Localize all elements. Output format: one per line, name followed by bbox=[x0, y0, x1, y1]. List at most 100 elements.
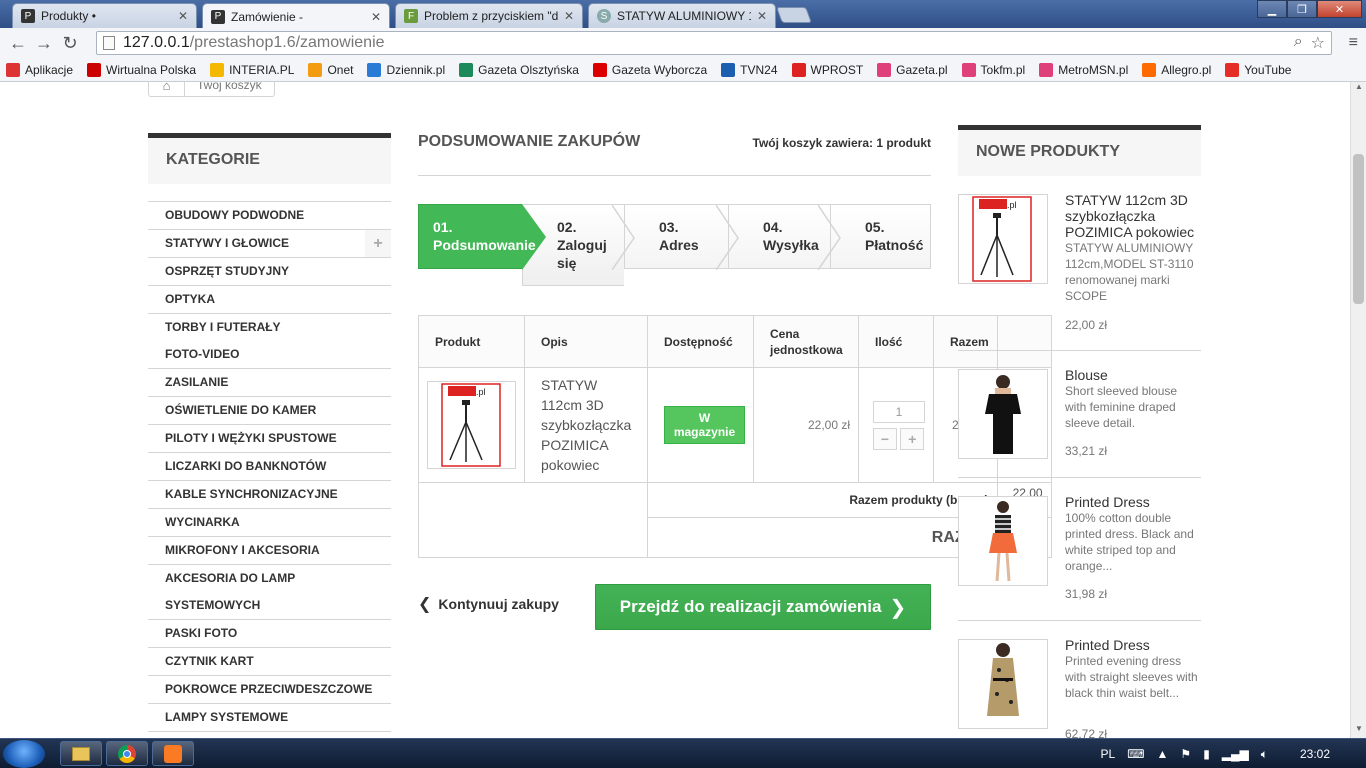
clock[interactable]: 23:02 bbox=[1300, 747, 1330, 761]
new-products-title: NOWE PRODUKTY bbox=[958, 125, 1201, 176]
start-button[interactable] bbox=[3, 740, 45, 768]
expand-plus-icon[interactable]: + bbox=[365, 230, 391, 257]
product-price: 22,00 zł bbox=[1065, 318, 1108, 332]
bookmark-item[interactable]: INTERIA.PL bbox=[210, 62, 294, 77]
browser-tab-order[interactable]: P Zamówienie - ✕ bbox=[202, 3, 390, 29]
continue-shopping-link[interactable]: ❮ Kontynuuj zakupy bbox=[418, 594, 559, 614]
category-item[interactable]: OPTYKA bbox=[148, 286, 391, 314]
product-name[interactable]: STATYW 112cm 3D szybkozłączka POZIMICA p… bbox=[1065, 192, 1201, 240]
close-tab-icon[interactable]: ✕ bbox=[371, 10, 381, 24]
bookmark-item[interactable]: YouTube bbox=[1225, 62, 1291, 77]
quantity-decrease-button[interactable]: − bbox=[873, 427, 897, 450]
bookmark-item[interactable]: Gazeta Olsztyńska bbox=[459, 62, 579, 77]
bookmark-item[interactable]: WPROST bbox=[791, 62, 863, 77]
step-address[interactable]: 03. Adres bbox=[624, 204, 739, 270]
chrome-icon[interactable] bbox=[106, 741, 148, 766]
bookmark-item[interactable]: Tokfm.pl bbox=[961, 62, 1025, 77]
bookmark-icon bbox=[1225, 62, 1240, 77]
bookmark-star-icon[interactable]: ☆ bbox=[1311, 33, 1325, 53]
category-item[interactable]: LICZARKI DO BANKNOTÓW bbox=[148, 453, 391, 481]
quantity-input[interactable]: 1 bbox=[873, 400, 925, 423]
keyboard-icon[interactable]: ⌨ bbox=[1127, 747, 1144, 761]
home-icon[interactable]: ⌂ bbox=[149, 82, 185, 96]
product-desc: Short sleeved blouse with feminine drape… bbox=[1065, 384, 1178, 430]
network-icon[interactable]: ▮ bbox=[1203, 747, 1210, 761]
product-thumbnail[interactable] bbox=[958, 639, 1048, 729]
prestashop-icon: P bbox=[21, 9, 35, 23]
bookmark-icon bbox=[877, 62, 892, 77]
bookmark-item[interactable]: MetroMSN.pl bbox=[1039, 62, 1128, 77]
scroll-up-icon[interactable]: ▲ bbox=[1351, 82, 1366, 96]
page-scrollbar[interactable]: ▲ ▼ bbox=[1350, 82, 1366, 738]
product-name[interactable]: Printed Dress bbox=[1065, 637, 1201, 653]
bookmark-item[interactable]: Gazeta Wyborcza bbox=[592, 62, 707, 77]
signal-icon[interactable]: ▂▄▆ bbox=[1222, 747, 1249, 761]
flag-icon[interactable]: ⚑ bbox=[1180, 747, 1191, 761]
chrome-menu-icon[interactable]: ≡ bbox=[1349, 34, 1358, 52]
browser-tab-shop[interactable]: S STATYW ALUMINIOWY 11 ✕ bbox=[588, 3, 776, 28]
minimize-icon[interactable]: ▁ bbox=[1257, 0, 1287, 18]
step-shipping[interactable]: 04. Wysyłka bbox=[728, 204, 841, 270]
scroll-down-icon[interactable]: ▼ bbox=[1351, 724, 1366, 738]
close-tab-icon[interactable]: ✕ bbox=[757, 9, 767, 23]
category-item[interactable]: PASKI FOTO bbox=[148, 620, 391, 648]
bookmark-item[interactable]: Aplikacje bbox=[6, 62, 73, 77]
forward-icon[interactable]: → bbox=[31, 33, 57, 54]
product-thumbnail[interactable]: .pl bbox=[958, 194, 1048, 284]
browser-tab-forum[interactable]: F Problem z przyciskiem "do ✕ bbox=[395, 3, 583, 28]
category-item[interactable]: STATYWY I GŁOWICE + bbox=[148, 230, 391, 258]
category-label: TORBY I FUTERAŁY FOTO-VIDEO bbox=[165, 320, 281, 361]
browser-tab-products[interactable]: P Produkty • ✕ bbox=[12, 3, 197, 28]
category-item[interactable]: CZYTNIK KART bbox=[148, 648, 391, 676]
maximize-icon[interactable]: ❐ bbox=[1287, 0, 1317, 18]
reload-icon[interactable]: ↻ bbox=[57, 33, 83, 54]
category-item[interactable]: MIKROFONY i AKCESORIA bbox=[148, 537, 391, 565]
bookmark-item[interactable]: Dziennik.pl bbox=[367, 62, 445, 77]
product-name[interactable]: Blouse bbox=[1065, 367, 1201, 383]
category-item[interactable]: WYCINARKA bbox=[148, 509, 391, 537]
url-path: /prestashop1.6/zamowienie bbox=[189, 34, 385, 51]
quantity-increase-button[interactable]: + bbox=[900, 427, 925, 450]
category-item[interactable]: OBUDOWY PODWODNE bbox=[148, 201, 391, 230]
col-unit-price-label: Cena jednostkowa bbox=[770, 326, 843, 357]
scrollbar-thumb[interactable] bbox=[1353, 154, 1364, 304]
category-item[interactable]: KABLE SYNCHRONIZACYJNE bbox=[148, 481, 391, 509]
category-item[interactable]: LAMPY SYSTEMOWE bbox=[148, 704, 391, 732]
category-item[interactable]: PILOTY I WĘŻYKI SPUSTOWE bbox=[148, 425, 391, 453]
bookmark-item[interactable]: TVN24 bbox=[721, 62, 778, 77]
new-tab-button[interactable] bbox=[776, 7, 812, 23]
category-item[interactable]: TORBY I FUTERAŁY FOTO-VIDEO bbox=[148, 314, 391, 369]
category-item[interactable]: OSPRZĘT STUDYJNY bbox=[148, 258, 391, 286]
bookmark-label: Wirtualna Polska bbox=[106, 62, 197, 77]
language-indicator[interactable]: PL bbox=[1101, 747, 1116, 761]
product-name[interactable]: Printed Dress bbox=[1065, 494, 1201, 510]
bookmark-item[interactable]: Wirtualna Polska bbox=[87, 62, 197, 77]
close-tab-icon[interactable]: ✕ bbox=[178, 9, 188, 23]
bookmark-item[interactable]: Onet bbox=[308, 62, 353, 77]
tray-expand-icon[interactable]: ▲ bbox=[1157, 747, 1169, 761]
step-label: Płatność bbox=[865, 237, 924, 253]
xampp-icon[interactable] bbox=[152, 741, 194, 766]
product-image[interactable]: .pl bbox=[427, 381, 516, 469]
category-item[interactable]: AKCESORIA DO LAMP SYSTEMOWYCH bbox=[148, 565, 391, 620]
address-bar[interactable]: 127.0.0.1/prestashop1.6/zamowienie ⌕ ☆ bbox=[96, 31, 1332, 55]
step-summary[interactable]: 01. Podsumowanie bbox=[418, 204, 546, 270]
zoom-icon[interactable]: ⌕ bbox=[1294, 33, 1303, 53]
step-label: Podsumowanie bbox=[433, 237, 536, 253]
proceed-to-checkout-button[interactable]: Przejdź do realizacji zamówienia ❯ bbox=[595, 584, 931, 630]
close-window-icon[interactable]: ✕ bbox=[1317, 0, 1362, 18]
back-icon[interactable]: ← bbox=[5, 33, 31, 54]
explorer-icon[interactable] bbox=[60, 741, 102, 766]
breadcrumb-current: Twój koszyk bbox=[197, 82, 262, 92]
category-item[interactable]: OŚWIETLENIE DO KAMER bbox=[148, 397, 391, 425]
close-tab-icon[interactable]: ✕ bbox=[564, 9, 574, 23]
product-thumbnail[interactable] bbox=[958, 496, 1048, 586]
step-payment[interactable]: 05. Płatność bbox=[830, 204, 931, 269]
bookmark-item[interactable]: Allegro.pl bbox=[1142, 62, 1211, 77]
product-description[interactable]: STATYW 112cm 3D szybkozłączka POZIMICA p… bbox=[524, 367, 648, 483]
volume-icon[interactable]: 🔈︎ bbox=[1261, 747, 1268, 762]
category-item[interactable]: ZASILANIE bbox=[148, 369, 391, 397]
category-item[interactable]: POKROWCE PRZECIWDESZCZOWE bbox=[148, 676, 391, 704]
bookmark-item[interactable]: Gazeta.pl bbox=[877, 62, 948, 77]
product-thumbnail[interactable] bbox=[958, 369, 1048, 459]
